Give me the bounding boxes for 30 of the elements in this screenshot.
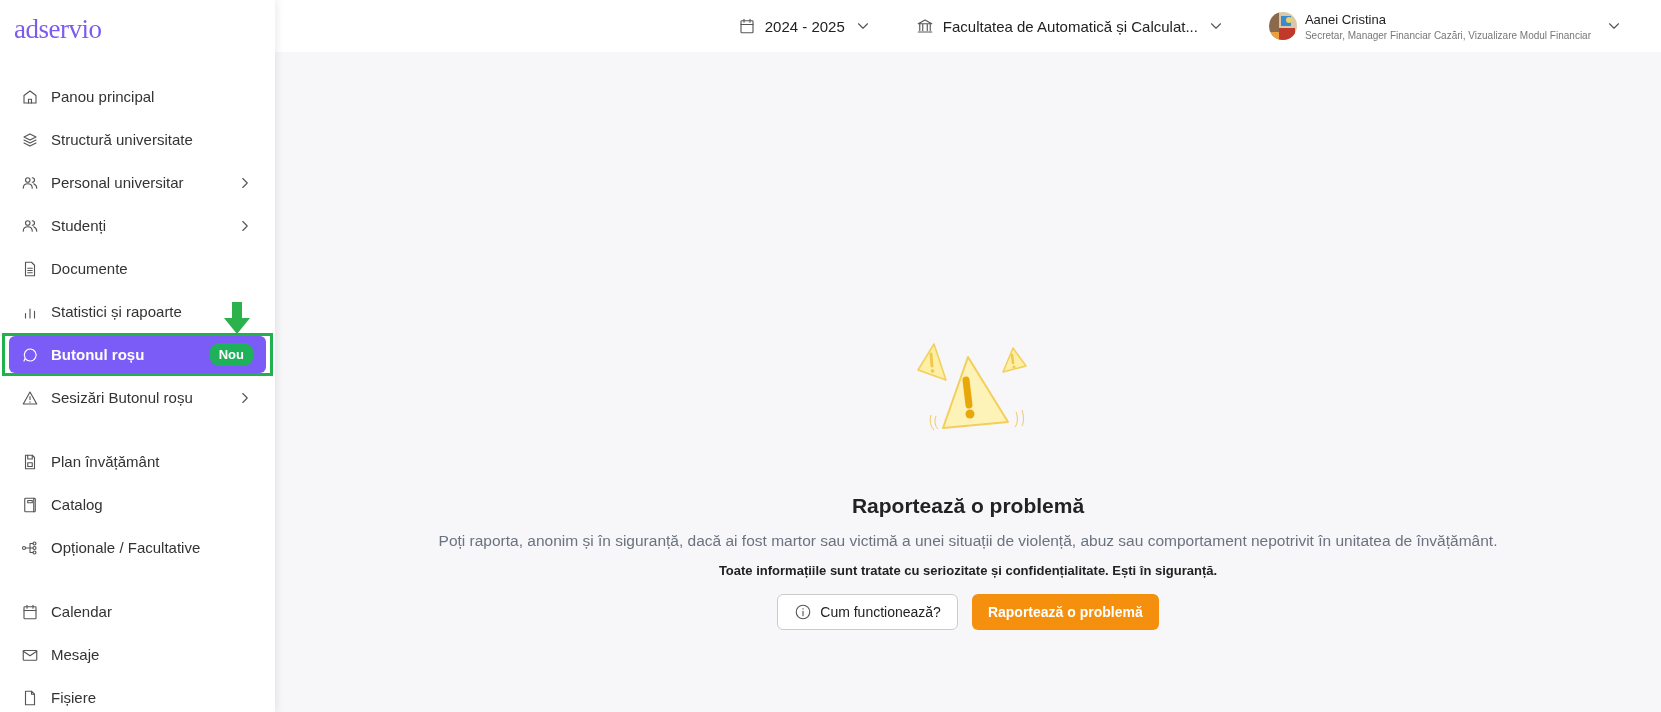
sidebar-item[interactable]: Panou principal bbox=[9, 78, 266, 115]
reassurance-text: Toate informațiile sunt tratate cu seriozitate și confidențialitate. Ești în siguranță. bbox=[718, 563, 1218, 578]
sidebar-item[interactable]: Personal universitar bbox=[9, 164, 266, 201]
sidebar-item[interactable]: Fișiere bbox=[9, 679, 266, 712]
book-icon bbox=[21, 495, 39, 514]
sidebar-item[interactable]: Statistici și rapoarte bbox=[9, 293, 266, 330]
sidebar-item[interactable]: Catalog bbox=[9, 486, 266, 523]
faculty-selector[interactable]: Facultatea de Automatică și Calculat... bbox=[915, 17, 1225, 35]
sidebar-item[interactable]: Sesizări Butonul roșu bbox=[9, 379, 266, 416]
user-menu[interactable]: Aanei Cristina Secretar, Manager Financiar Cazări, Vizualizare Modul Financiar bbox=[1268, 11, 1623, 41]
sidebar-item[interactable]: Calendar bbox=[9, 593, 266, 630]
page-title: Raportează o problemă bbox=[851, 494, 1085, 518]
logo[interactable]: adservio bbox=[14, 14, 102, 45]
sidebar-item[interactable]: Mesaje bbox=[9, 636, 266, 673]
calendar-icon bbox=[21, 602, 39, 621]
branch-icon bbox=[21, 538, 39, 557]
sidebar-item[interactable]: Butonul roșu Nou bbox=[9, 336, 266, 373]
institution-icon bbox=[915, 17, 934, 35]
sidebar-item[interactable]: Studenți bbox=[9, 207, 266, 244]
sidebar-item[interactable]: Structură universitate bbox=[9, 121, 266, 158]
chat-bubble-icon bbox=[21, 345, 39, 364]
sidebar-item[interactable]: Plan învățământ bbox=[9, 443, 266, 480]
sidebar-item[interactable]: Opționale / Facultative bbox=[9, 529, 266, 566]
info-icon bbox=[794, 603, 813, 621]
calendar-icon bbox=[737, 17, 756, 35]
new-badge: Nou bbox=[208, 343, 254, 366]
year-selector[interactable]: 2024 - 2025 bbox=[737, 17, 872, 35]
description-text: Poți raporta, anonim și în siguranță, dacă ai fost martor sau victimă a unei situații de violență, abuz sau comportament nepotrivit în unitatea de învățământ. bbox=[438, 532, 1498, 550]
help-button[interactable]: Cum functionează? bbox=[777, 594, 958, 630]
sidebar-item[interactable]: Documente bbox=[9, 250, 266, 287]
